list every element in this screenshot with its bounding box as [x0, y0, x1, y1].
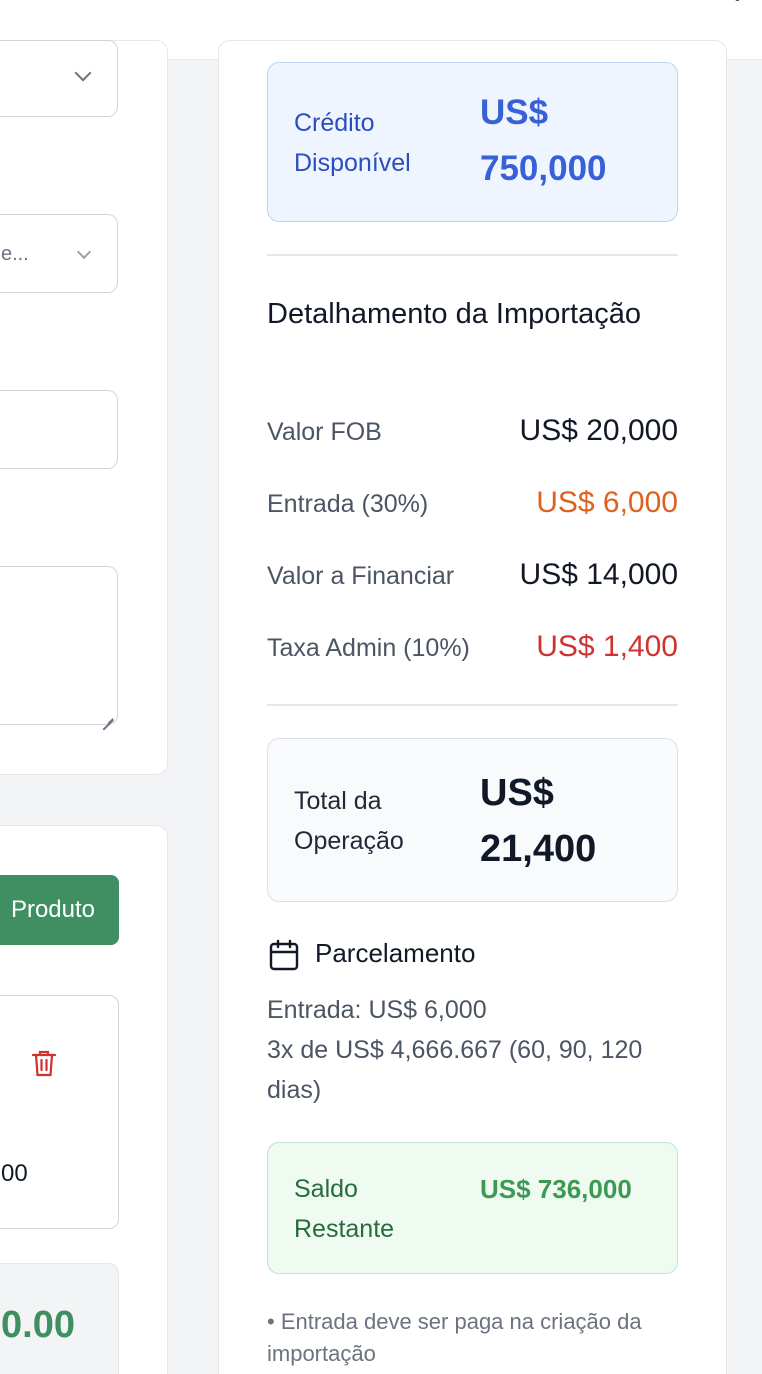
- resize-handle-icon[interactable]: [101, 708, 113, 720]
- breakdown-row-taxa: Taxa Admin (10%) US$ 1,400: [267, 628, 678, 668]
- breakdown-row-financiar: Valor a Financiar US$ 14,000: [267, 556, 678, 596]
- operation-total-label: Total da Operação: [294, 787, 404, 855]
- products-total-value: 0.00: [1, 1304, 75, 1346]
- chevron-down-icon: [76, 244, 92, 260]
- row-value: US$ 1,400: [536, 630, 678, 663]
- caret-icon[interactable]: ˘: [735, 0, 740, 12]
- installments-down-payment: Entrada: US$ 6,000: [267, 996, 487, 1024]
- select-value: e...: [1, 243, 29, 265]
- row-value: US$ 6,000: [536, 486, 678, 519]
- installments-plan: 3x de US$ 4,666.667 (60, 90, 120 dias): [267, 1036, 643, 1104]
- credit-card: Crédito Disponível US$ 750,000: [267, 62, 678, 222]
- textarea[interactable]: [0, 566, 118, 725]
- operation-total-value: US$ 21,400: [480, 772, 597, 870]
- row-label: Valor FOB: [267, 418, 382, 446]
- row-label: Valor a Financiar: [267, 562, 455, 590]
- product-item: 00: [0, 995, 119, 1229]
- operation-total-card: Total da Operação US$ 21,400: [267, 738, 678, 902]
- installments-details: Entrada: US$ 6,000 3x de US$ 4,666.667 (…: [267, 990, 678, 1110]
- row-label: Entrada (30%): [267, 490, 429, 518]
- calendar-icon: [269, 939, 299, 971]
- installments-header: Parcelamento: [267, 936, 667, 976]
- breakdown-title: Detalhamento da Importação: [267, 298, 641, 330]
- info-note: • Entrada deve ser paga na criação da im…: [267, 1309, 642, 1366]
- balance-card: Saldo Restante US$ 736,000: [267, 1142, 678, 1274]
- row-value: US$ 14,000: [519, 558, 678, 591]
- divider: [267, 254, 678, 256]
- divider: [267, 704, 678, 706]
- select-field-2[interactable]: e...: [0, 214, 118, 293]
- breakdown-row-entrada: Entrada (30%) US$ 6,000: [267, 484, 678, 524]
- balance-value: US$ 736,000: [480, 1174, 632, 1204]
- installments-title: Parcelamento: [315, 938, 476, 968]
- breakdown-row-fob: Valor FOB US$ 20,000: [267, 412, 678, 452]
- row-label: Taxa Admin (10%): [267, 634, 470, 662]
- credit-label: Crédito Disponível: [294, 109, 411, 177]
- balance-label: Saldo Restante: [294, 1175, 395, 1243]
- products-total: 0.00: [0, 1263, 119, 1374]
- add-product-button[interactable]: Produto: [0, 875, 119, 945]
- text-input[interactable]: [0, 390, 118, 469]
- row-value: US$ 20,000: [519, 414, 678, 447]
- credit-value: US$ 750,000: [480, 93, 607, 188]
- select-field-1[interactable]: [0, 40, 118, 117]
- chevron-down-icon: [74, 64, 92, 82]
- trash-icon[interactable]: [31, 1048, 57, 1078]
- product-value: 00: [1, 1160, 28, 1187]
